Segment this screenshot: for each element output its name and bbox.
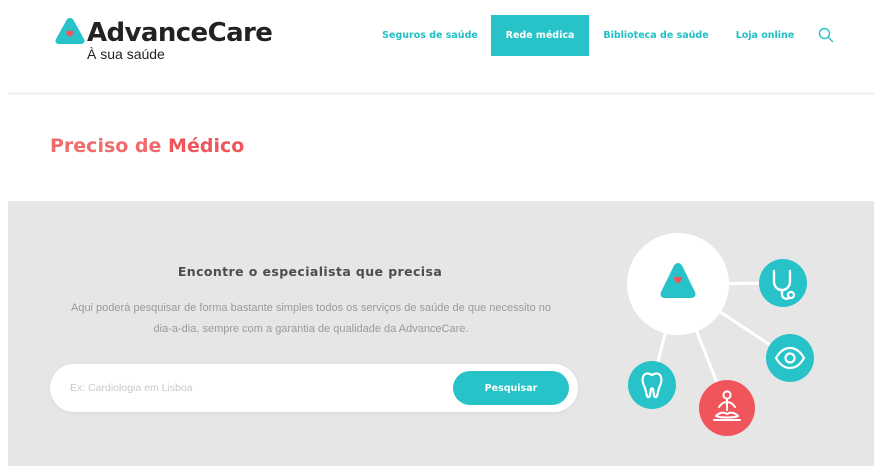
eye-icon [766,334,814,382]
tooth-icon [628,361,676,409]
search-icon[interactable] [817,26,835,44]
site-header: AdvanceCare À sua saúde Seguros de saúde… [0,0,874,92]
page-title: Preciso de Médico [50,134,244,158]
specialist-search-bar: Pesquisar [50,364,578,412]
brand-name: AdvanceCare [87,18,273,48]
brand-logo[interactable]: AdvanceCare À sua saúde [53,15,273,65]
advancecare-logo-icon [627,233,729,335]
advancecare-logo-icon [55,18,85,44]
health-services-illustration [627,233,814,436]
nav-item-loja-online[interactable]: Loja online [728,15,802,56]
nav-item-rede-medica[interactable]: Rede médica [491,15,589,56]
nav-item-biblioteca-de-saude[interactable]: Biblioteca de saúde [598,15,714,56]
stethoscope-icon [759,259,807,307]
meditation-icon [699,380,755,436]
page-title-prefix: Preciso de [50,135,162,157]
nav-item-seguros-de-saude[interactable]: Seguros de saúde [377,15,483,56]
finder-description: Aqui poderá pesquisar de forma bastante … [70,302,551,335]
page-title-emphasis: Médico [168,135,245,157]
search-button[interactable]: Pesquisar [453,371,569,405]
specialist-search-input[interactable] [70,377,430,399]
brand-tagline: À sua saúde [87,46,165,62]
header-divider [8,92,874,95]
finder-headline: Encontre o especialista que precisa [177,264,443,279]
